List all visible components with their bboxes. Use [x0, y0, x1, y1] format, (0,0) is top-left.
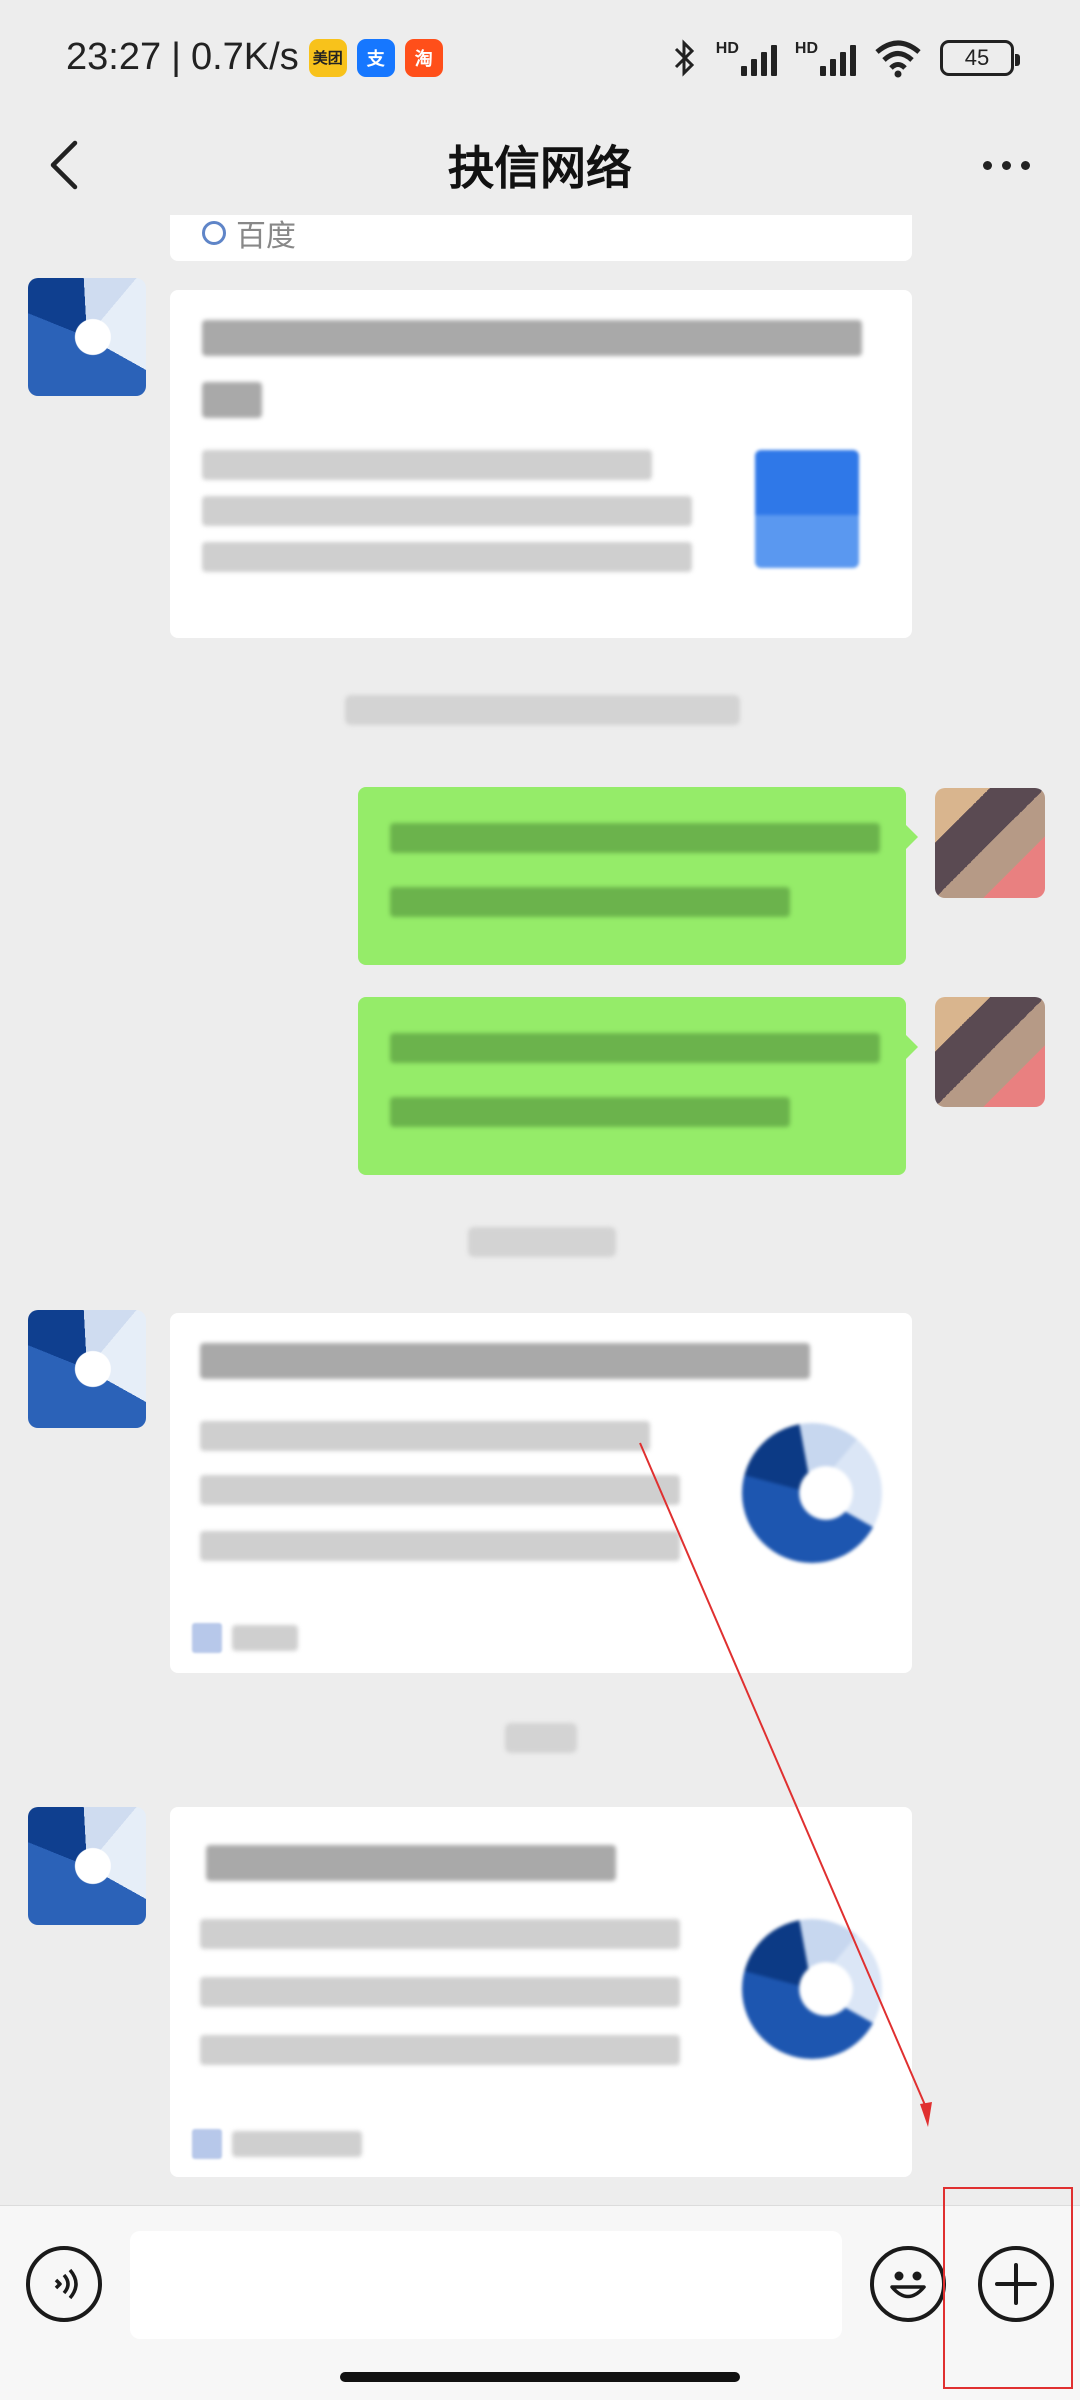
more-button[interactable] — [966, 135, 1046, 195]
meituan-icon: 美团 — [308, 38, 347, 77]
plus-icon — [995, 2263, 1037, 2305]
plus-button[interactable] — [978, 2246, 1054, 2322]
voice-button[interactable] — [26, 2246, 102, 2322]
status-right: HD HD 45 — [672, 38, 1020, 78]
avatar[interactable] — [28, 1310, 146, 1428]
signal-1: HD — [716, 40, 777, 76]
card-source: 百度 — [202, 215, 296, 255]
message-bubble-sent[interactable] — [358, 787, 918, 965]
home-indicator — [340, 2372, 740, 2382]
title-bar: 抉信网络 — [0, 115, 1080, 215]
battery-indicator: 45 — [940, 39, 1020, 76]
back-icon — [50, 140, 78, 190]
time-stamp — [468, 1227, 616, 1257]
article-card[interactable] — [170, 1313, 912, 1673]
signal-bars-2 — [820, 40, 856, 76]
article-card[interactable] — [170, 290, 912, 638]
status-left: 23:27 | 0.7K/s 美团 支 淘 — [66, 36, 443, 79]
wifi-icon — [875, 40, 921, 77]
page-title: 抉信网络 — [448, 142, 632, 194]
voice-icon — [54, 2268, 78, 2300]
alipay-icon: 支 — [356, 38, 395, 77]
emoji-icon — [890, 2271, 926, 2299]
message-input[interactable] — [130, 2231, 842, 2339]
status-separator: | — [171, 36, 181, 78]
back-button[interactable] — [34, 135, 94, 195]
status-bar: 23:27 | 0.7K/s 美团 支 淘 HD HD 45 — [0, 0, 1080, 115]
article-card[interactable] — [170, 1807, 912, 2177]
baidu-icon — [202, 221, 226, 245]
emoji-button[interactable] — [870, 2246, 946, 2322]
status-time: 23:27 — [66, 36, 162, 78]
signal-bars-1 — [740, 40, 777, 76]
taobao-icon: 淘 — [404, 38, 443, 77]
message-bubble-sent[interactable] — [358, 997, 918, 1175]
status-net-speed: 0.7K/s — [190, 36, 299, 78]
time-stamp — [345, 695, 740, 725]
avatar-self[interactable] — [935, 997, 1045, 1107]
time-stamp — [505, 1723, 577, 1753]
card-thumbnail — [742, 1423, 882, 1563]
source-icon — [192, 1623, 222, 1653]
signal-2: HD — [795, 40, 856, 76]
chat-area[interactable]: 百度 — [0, 215, 1080, 2205]
avatar-self[interactable] — [935, 788, 1045, 898]
bluetooth-icon — [674, 38, 694, 77]
avatar[interactable] — [28, 1807, 146, 1925]
card-thumbnail — [742, 1919, 882, 2059]
avatar[interactable] — [28, 278, 146, 396]
input-bar — [0, 2205, 1080, 2400]
source-icon — [192, 2129, 222, 2159]
article-card-partial[interactable]: 百度 — [170, 215, 912, 261]
more-icon — [982, 160, 992, 170]
card-thumbnail — [755, 450, 859, 568]
